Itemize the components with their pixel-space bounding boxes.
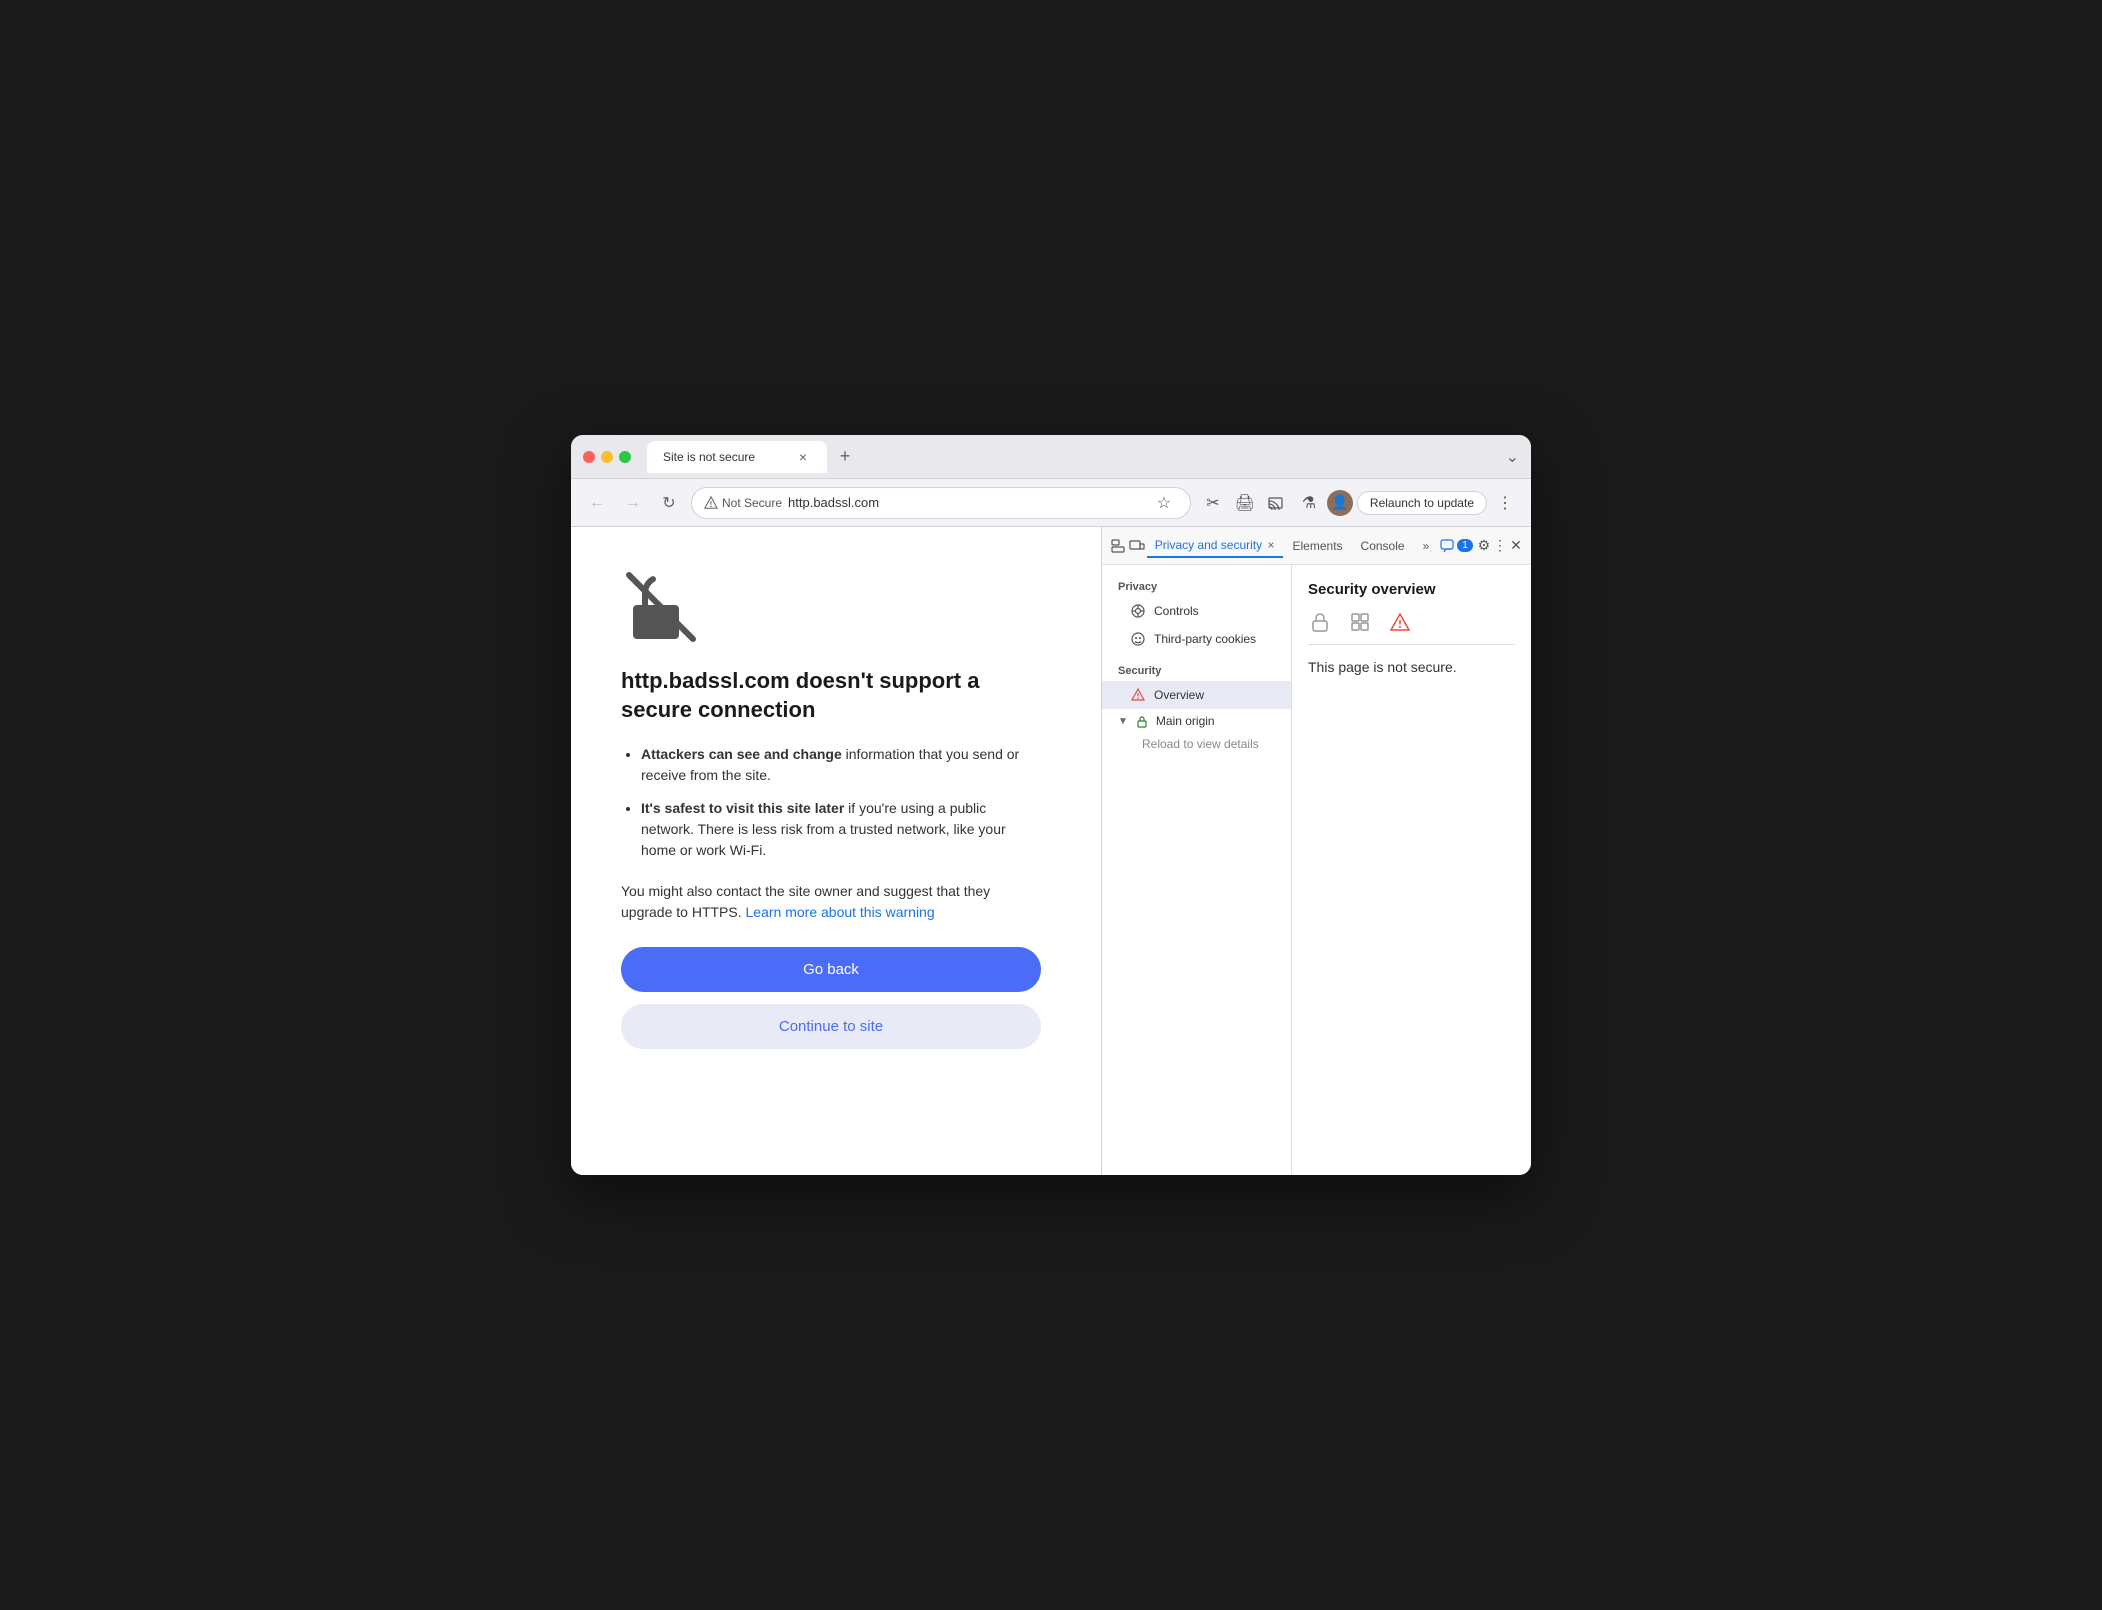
sec-warning-icon[interactable] bbox=[1388, 610, 1412, 634]
security-main: Security overview bbox=[1292, 565, 1531, 1175]
privacy-section-title: Privacy bbox=[1102, 577, 1291, 597]
tab-bar: Site is not secure × + ⌄ bbox=[647, 441, 1519, 473]
traffic-lights bbox=[583, 451, 631, 463]
devtools-panel: Privacy and security × Elements Console … bbox=[1101, 527, 1531, 1175]
sidebar-reload-details-label: Reload to view details bbox=[1142, 737, 1259, 751]
error-list: Attackers can see and change information… bbox=[621, 744, 1041, 861]
tab-privacy-security[interactable]: Privacy and security × bbox=[1147, 534, 1283, 558]
content-area: http.badssl.com doesn't support a secure… bbox=[571, 527, 1531, 1175]
devtools-settings-button[interactable]: ⚙ bbox=[1477, 534, 1491, 558]
tab-privacy-security-close[interactable]: × bbox=[1268, 538, 1275, 552]
warning-icon bbox=[704, 496, 718, 510]
more-menu-button[interactable]: ⋮ bbox=[1491, 489, 1519, 517]
not-secure-badge: Not Secure bbox=[704, 496, 782, 510]
cookie-icon bbox=[1130, 631, 1146, 647]
tab-close-button[interactable]: × bbox=[795, 449, 811, 465]
tab-elements-label: Elements bbox=[1293, 539, 1343, 553]
sidebar-main-origin-label: Main origin bbox=[1156, 714, 1215, 728]
maximize-button[interactable] bbox=[619, 451, 631, 463]
sidebar-controls-label: Controls bbox=[1154, 604, 1199, 618]
error-content: http.badssl.com doesn't support a secure… bbox=[621, 567, 1041, 1049]
sec-lock-icon[interactable] bbox=[1308, 610, 1332, 634]
sidebar-item-controls[interactable]: Controls bbox=[1102, 597, 1291, 625]
print-icon[interactable]: 🖨 bbox=[1231, 489, 1259, 517]
minimize-button[interactable] bbox=[601, 451, 613, 463]
security-section-title: Security bbox=[1102, 661, 1291, 681]
browser-page: http.badssl.com doesn't support a secure… bbox=[571, 527, 1101, 1175]
devtools-body: Privacy Controls bbox=[1102, 565, 1531, 1175]
security-divider bbox=[1308, 644, 1515, 645]
warning-triangle-icon bbox=[1130, 687, 1146, 703]
sidebar-item-third-party[interactable]: Third-party cookies bbox=[1102, 625, 1291, 653]
bullet2-bold: It's safest to visit this site later bbox=[641, 800, 844, 816]
notification-area: 1 bbox=[1439, 538, 1473, 554]
sec-origin-icon[interactable] bbox=[1348, 610, 1372, 634]
inspect-element-icon[interactable] bbox=[1110, 532, 1126, 560]
security-status-text: This page is not secure. bbox=[1308, 659, 1515, 675]
relaunch-button[interactable]: Relaunch to update bbox=[1357, 491, 1487, 515]
chat-icon bbox=[1439, 538, 1455, 554]
learn-more-link[interactable]: Learn more about this warning bbox=[746, 904, 935, 920]
security-sidebar: Privacy Controls bbox=[1102, 565, 1292, 1175]
error-bullet-1: Attackers can see and change information… bbox=[641, 744, 1041, 786]
tab-privacy-security-label: Privacy and security bbox=[1155, 538, 1262, 552]
tab-elements[interactable]: Elements bbox=[1285, 535, 1351, 557]
error-title: http.badssl.com doesn't support a secure… bbox=[621, 667, 1041, 724]
sidebar-overview-label: Overview bbox=[1154, 688, 1204, 702]
new-tab-button[interactable]: + bbox=[831, 443, 859, 471]
collapse-icon: ▼ bbox=[1118, 716, 1128, 727]
controls-icon bbox=[1130, 603, 1146, 619]
broken-lock-icon bbox=[621, 567, 701, 647]
address-bar[interactable]: Not Secure http.badssl.com ☆ bbox=[691, 487, 1191, 519]
go-back-button[interactable]: Go back bbox=[621, 947, 1041, 992]
not-secure-label: Not Secure bbox=[722, 496, 782, 510]
security-icons-row bbox=[1308, 610, 1515, 634]
sidebar-third-party-label: Third-party cookies bbox=[1154, 632, 1256, 646]
user-avatar[interactable]: 👤 bbox=[1327, 490, 1353, 516]
responsive-design-icon[interactable] bbox=[1128, 532, 1144, 560]
tab-console[interactable]: Console bbox=[1353, 535, 1413, 557]
nav-bar: ← → ↻ Not Secure http.badssl.com ☆ ✂ 🖨 bbox=[571, 479, 1531, 527]
error-footer: You might also contact the site owner an… bbox=[621, 881, 1041, 923]
tab-console-label: Console bbox=[1361, 539, 1405, 553]
tab-title: Site is not secure bbox=[663, 450, 755, 464]
scissors-icon[interactable]: ✂ bbox=[1199, 489, 1227, 517]
devtools-tabs: Privacy and security × Elements Console … bbox=[1102, 527, 1531, 565]
continue-button[interactable]: Continue to site bbox=[621, 1004, 1041, 1049]
sidebar-reload-details: Reload to view details bbox=[1102, 733, 1291, 755]
browser-tab[interactable]: Site is not secure × bbox=[647, 441, 827, 473]
back-button[interactable]: ← bbox=[583, 489, 611, 517]
more-tabs-button[interactable]: » bbox=[1415, 535, 1438, 557]
forward-button[interactable]: → bbox=[619, 489, 647, 517]
devtools-more-button[interactable]: ⋮ bbox=[1493, 534, 1507, 558]
bookmark-button[interactable]: ☆ bbox=[1150, 489, 1178, 517]
sidebar-main-origin-section[interactable]: ▼ Main origin bbox=[1102, 709, 1291, 733]
notification-badge: 1 bbox=[1457, 539, 1473, 552]
cast-icon[interactable] bbox=[1263, 489, 1291, 517]
sidebar-item-overview[interactable]: Overview bbox=[1102, 681, 1291, 709]
devtools-close-button[interactable]: ✕ bbox=[1509, 534, 1523, 558]
title-bar: Site is not secure × + ⌄ bbox=[571, 435, 1531, 479]
url-text: http.badssl.com bbox=[788, 495, 1144, 510]
security-overview-title: Security overview bbox=[1308, 581, 1515, 598]
bullet1-bold: Attackers can see and change bbox=[641, 746, 842, 762]
tab-menu-button[interactable]: ⌄ bbox=[1506, 447, 1519, 467]
reload-button[interactable]: ↻ bbox=[655, 489, 683, 517]
error-bullet-2: It's safest to visit this site later if … bbox=[641, 798, 1041, 861]
browser-window: Site is not secure × + ⌄ ← → ↻ Not Secur… bbox=[571, 435, 1531, 1175]
lab-icon[interactable]: ⚗ bbox=[1295, 489, 1323, 517]
close-button[interactable] bbox=[583, 451, 595, 463]
nav-actions: ✂ 🖨 ⚗ 👤 Relaunch to update ⋮ bbox=[1199, 489, 1519, 517]
lock-icon bbox=[1134, 713, 1150, 729]
